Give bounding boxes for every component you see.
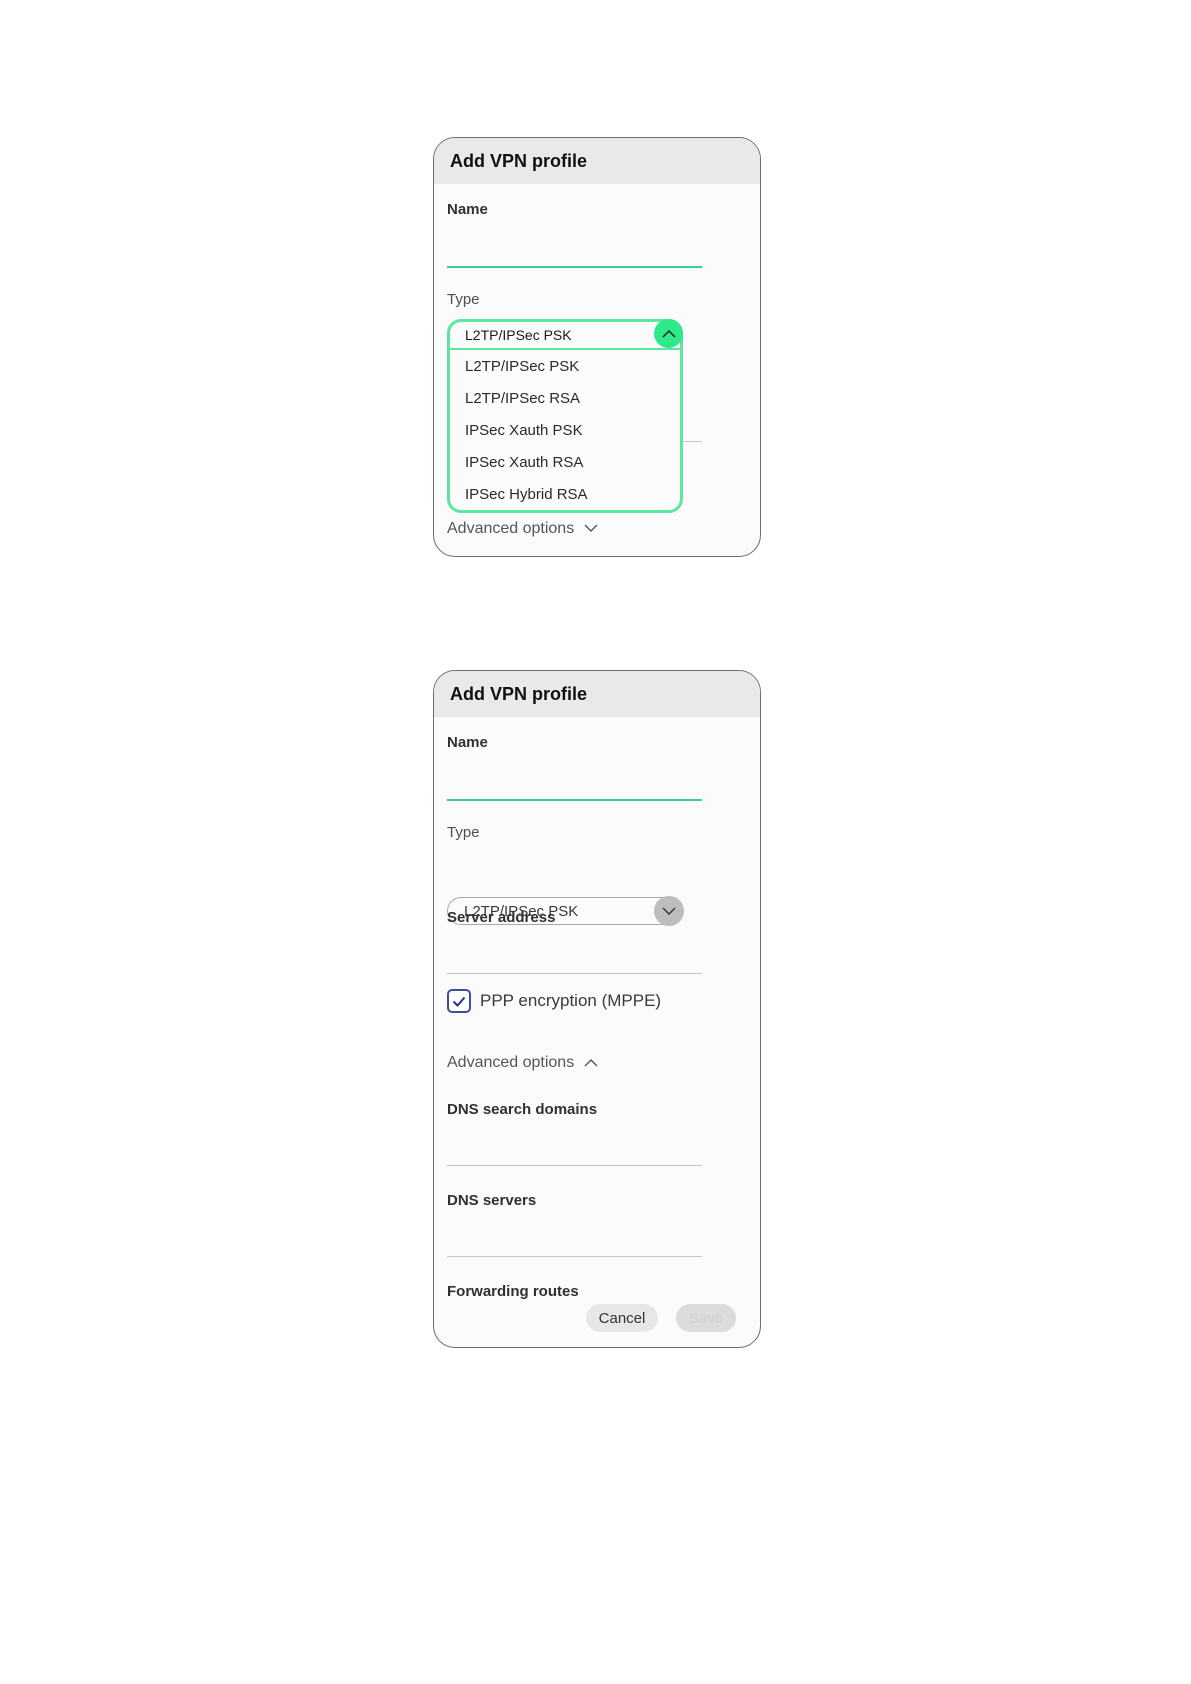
dns-search-domains-label: DNS search domains bbox=[447, 1101, 598, 1118]
cancel-button[interactable]: Cancel bbox=[586, 1304, 658, 1332]
advanced-options-label: Advanced options bbox=[447, 1054, 575, 1071]
type-option[interactable]: L2TP/IPSec RSA bbox=[450, 382, 680, 414]
name-label: Name bbox=[447, 201, 488, 218]
save-button-label: Save bbox=[688, 1309, 724, 1327]
cancel-button-label: Cancel bbox=[598, 1309, 646, 1327]
dns-search-domains-input[interactable] bbox=[447, 1165, 702, 1166]
type-option[interactable]: L2TP/IPSec PSK bbox=[450, 350, 680, 382]
dns-servers-input[interactable] bbox=[447, 1256, 702, 1257]
chevron-up-icon bbox=[584, 1054, 598, 1072]
type-option[interactable]: IPSec Xauth PSK bbox=[450, 414, 680, 446]
name-input[interactable] bbox=[447, 799, 702, 801]
ppp-encryption-checkbox-row[interactable]: PPP encryption (MPPE) bbox=[447, 989, 661, 1013]
type-label: Type bbox=[447, 291, 480, 308]
server-address-label: Server address bbox=[447, 909, 556, 926]
name-label: Name bbox=[447, 734, 488, 751]
advanced-options-label: Advanced options bbox=[447, 520, 575, 537]
type-dropdown-menu[interactable]: L2TP/IPSec PSK L2TP/IPSec PSK L2TP/IPSec… bbox=[447, 319, 683, 513]
name-input[interactable] bbox=[447, 266, 702, 268]
vpn-profile-dialog-dropdown-open: Add VPN profile Name Type L2TP/IPSec PSK… bbox=[433, 137, 761, 557]
dialog-title: Add VPN profile bbox=[434, 138, 760, 184]
chevron-down-icon[interactable] bbox=[654, 896, 684, 926]
dialog-title: Add VPN profile bbox=[434, 671, 760, 717]
type-option[interactable]: IPSec Xauth RSA bbox=[450, 446, 680, 478]
advanced-options-toggle[interactable]: Advanced options bbox=[447, 1054, 598, 1072]
server-address-input[interactable] bbox=[447, 973, 702, 974]
chevron-down-icon bbox=[584, 520, 598, 538]
type-dropdown-selected[interactable]: L2TP/IPSec PSK bbox=[450, 319, 683, 350]
type-dropdown-selected-text: L2TP/IPSec PSK bbox=[465, 327, 572, 343]
type-label: Type bbox=[447, 824, 480, 841]
type-option[interactable]: IPSec Hybrid RSA bbox=[450, 478, 680, 510]
forwarding-routes-label: Forwarding routes bbox=[447, 1283, 579, 1300]
vpn-profile-dialog-expanded: Add VPN profile Name Type L2TP/IPSec PSK… bbox=[433, 670, 761, 1348]
ppp-encryption-checkbox[interactable] bbox=[447, 989, 471, 1013]
dns-servers-label: DNS servers bbox=[447, 1192, 537, 1209]
chevron-up-icon[interactable] bbox=[654, 319, 683, 348]
ppp-encryption-label: PPP encryption (MPPE) bbox=[480, 991, 662, 1010]
advanced-options-toggle[interactable]: Advanced options bbox=[447, 520, 598, 538]
save-button[interactable]: Save bbox=[676, 1304, 736, 1332]
